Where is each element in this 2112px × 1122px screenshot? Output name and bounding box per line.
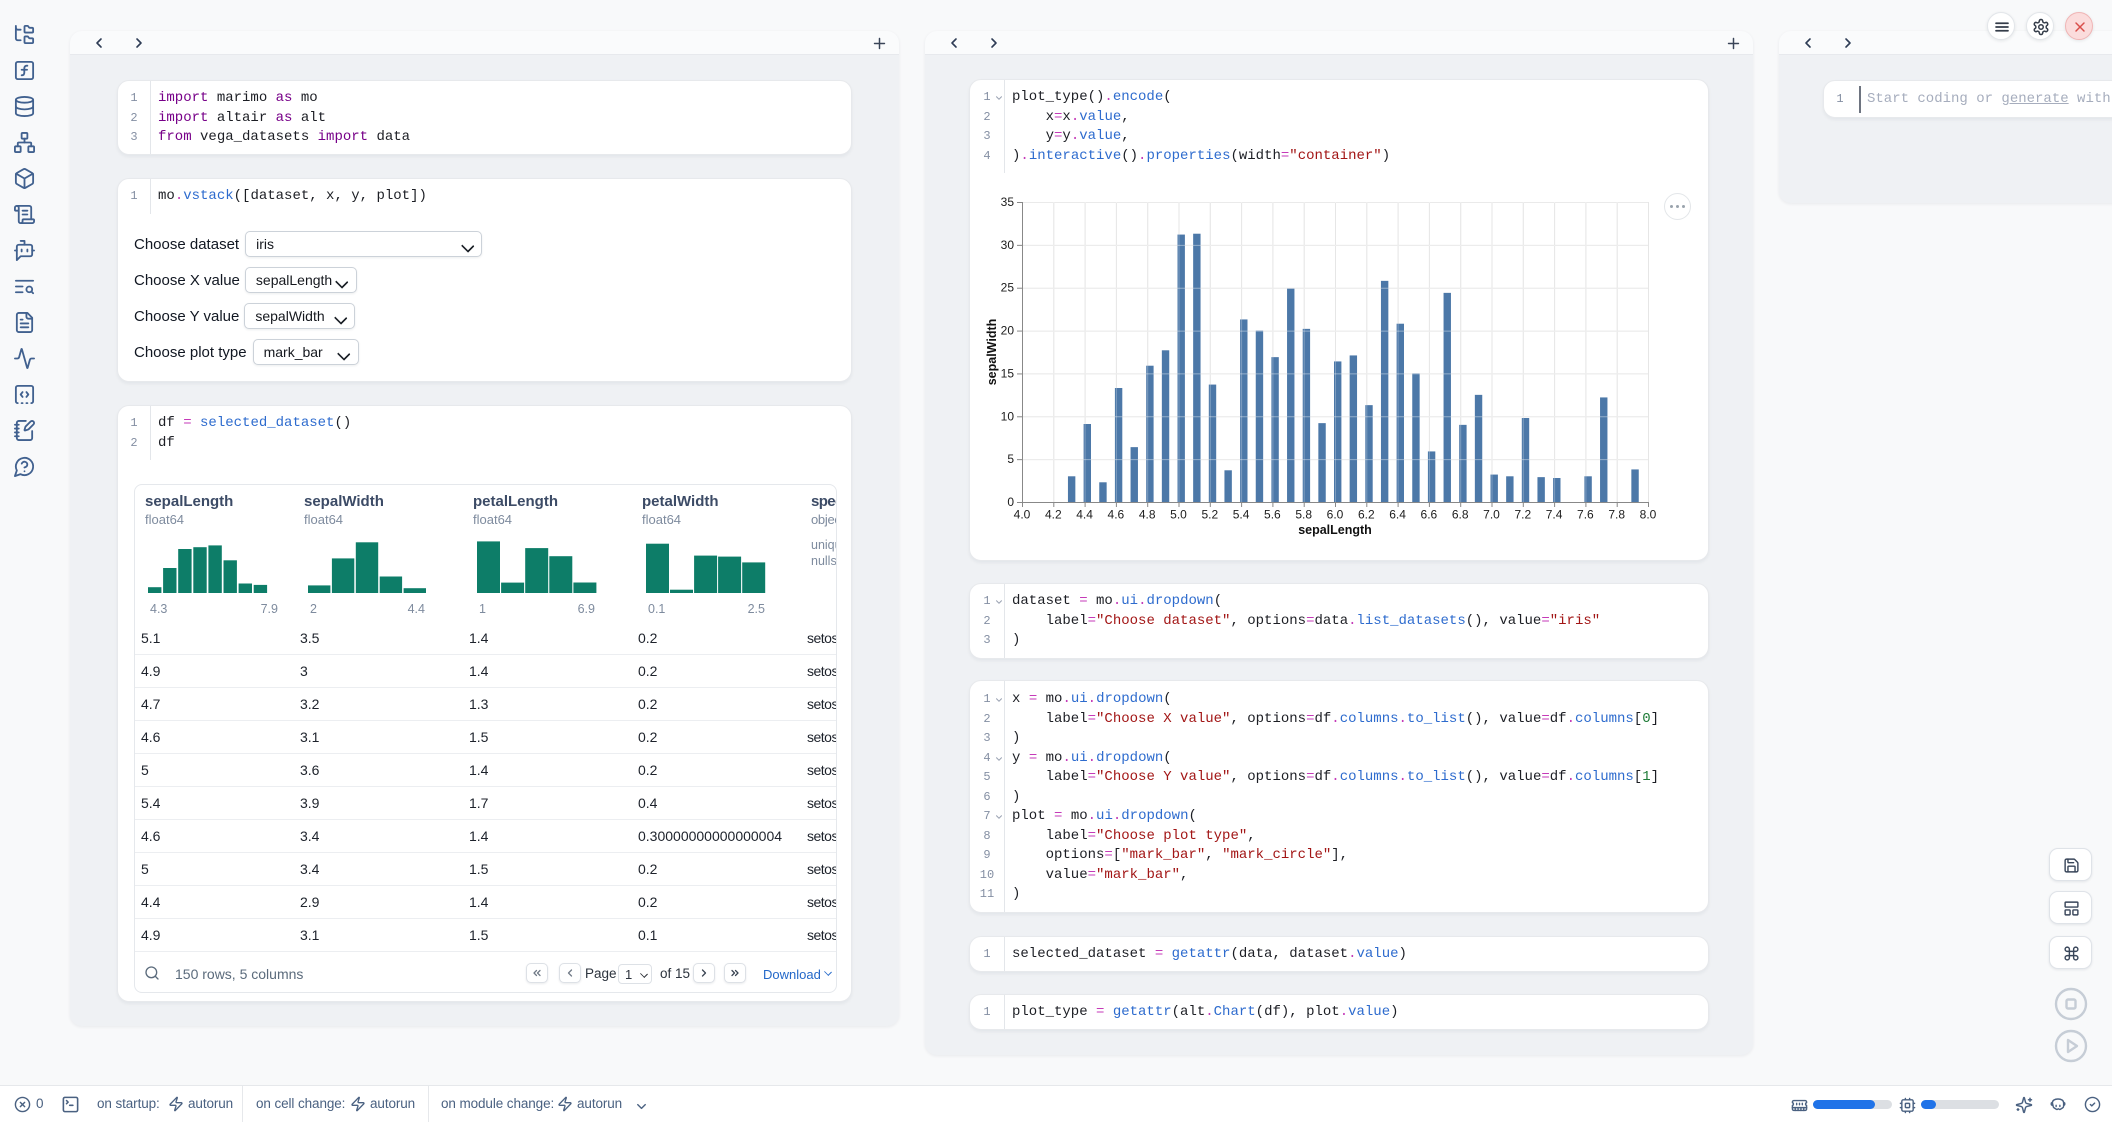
svg-text:10: 10 [1001,409,1015,423]
svg-text:15: 15 [1001,366,1015,380]
svg-text:8.0: 8.0 [1640,508,1657,522]
svg-text:5.2: 5.2 [1201,508,1218,522]
svg-text:0: 0 [1007,495,1014,509]
svg-text:7.2: 7.2 [1514,508,1531,522]
svg-text:30: 30 [1001,238,1015,252]
svg-text:6.6: 6.6 [1421,508,1438,522]
svg-text:4.4: 4.4 [1076,508,1093,522]
svg-text:5.8: 5.8 [1295,508,1312,522]
svg-text:4.6: 4.6 [1108,508,1125,522]
svg-text:5.0: 5.0 [1170,508,1187,522]
svg-text:sepalWidth: sepalWidth [985,319,999,386]
svg-text:5.4: 5.4 [1233,508,1250,522]
svg-text:6.0: 6.0 [1327,508,1344,522]
svg-text:4.0: 4.0 [1014,508,1031,522]
svg-text:4.2: 4.2 [1045,508,1062,522]
svg-text:5.6: 5.6 [1264,508,1281,522]
svg-text:6.2: 6.2 [1358,508,1375,522]
svg-text:5: 5 [1007,452,1014,466]
svg-text:7.4: 7.4 [1546,508,1563,522]
svg-text:20: 20 [1001,324,1015,338]
svg-text:6.8: 6.8 [1452,508,1469,522]
svg-text:25: 25 [1001,281,1015,295]
svg-text:7.8: 7.8 [1608,508,1625,522]
svg-text:sepalLength: sepalLength [1298,523,1372,537]
svg-text:4.8: 4.8 [1139,508,1156,522]
svg-text:35: 35 [1001,195,1015,209]
svg-text:7.0: 7.0 [1483,508,1500,522]
svg-text:6.4: 6.4 [1389,508,1406,522]
svg-text:7.6: 7.6 [1577,508,1594,522]
